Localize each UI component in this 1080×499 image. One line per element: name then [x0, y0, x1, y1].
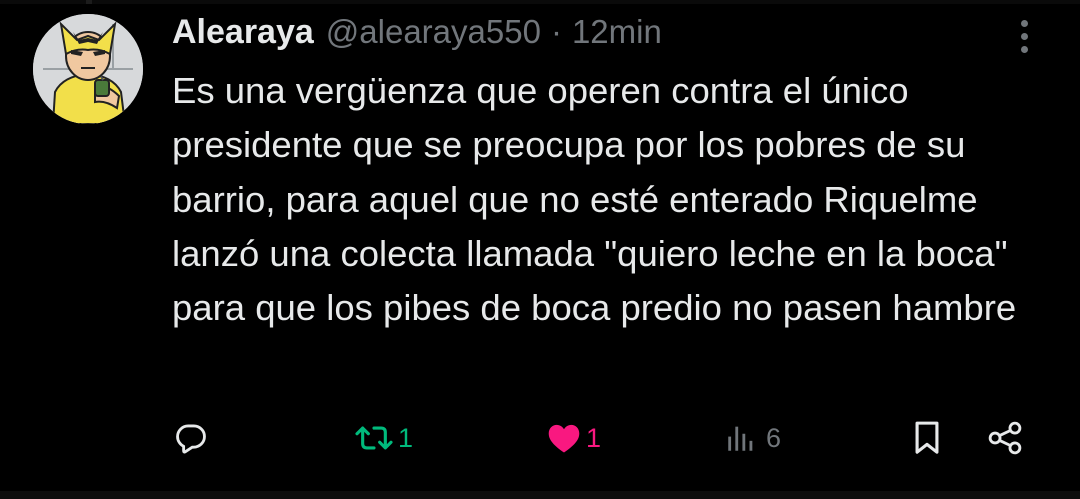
views-button[interactable]: 6: [724, 413, 781, 463]
bookmark-button[interactable]: [910, 413, 944, 463]
share-button[interactable]: [986, 413, 1024, 463]
like-button[interactable]: 1: [546, 413, 601, 463]
tweet[interactable]: Alearaya @alearaya550 · 12min Es una ver…: [0, 0, 1080, 499]
tweet-header: Alearaya @alearaya550 · 12min: [172, 10, 662, 54]
wolverine-avatar-icon: [33, 14, 143, 124]
share-icon: [988, 421, 1022, 455]
views-icon: [728, 426, 753, 451]
reply-button[interactable]: [174, 413, 208, 463]
header-separator: ·: [550, 13, 562, 50]
action-bar: 1 1 6: [0, 413, 1080, 463]
views-count: 6: [766, 422, 782, 453]
retweet-count: 1: [398, 422, 414, 453]
heart-icon: [548, 424, 580, 453]
avatar[interactable]: [33, 14, 143, 124]
display-name[interactable]: Alearaya: [172, 13, 314, 52]
more-vertical-icon[interactable]: [1012, 14, 1036, 58]
retweet-button[interactable]: 1: [354, 413, 413, 463]
like-count: 1: [586, 422, 602, 453]
timestamp[interactable]: 12min: [572, 13, 662, 51]
reply-icon: [176, 424, 206, 454]
bottom-divider: [0, 491, 1080, 499]
tweet-text: Es una vergüenza que operen contra el ún…: [172, 70, 1017, 329]
retweet-icon: [355, 426, 393, 450]
bookmark-icon: [915, 421, 939, 454]
user-handle[interactable]: @alearaya550: [326, 13, 541, 51]
